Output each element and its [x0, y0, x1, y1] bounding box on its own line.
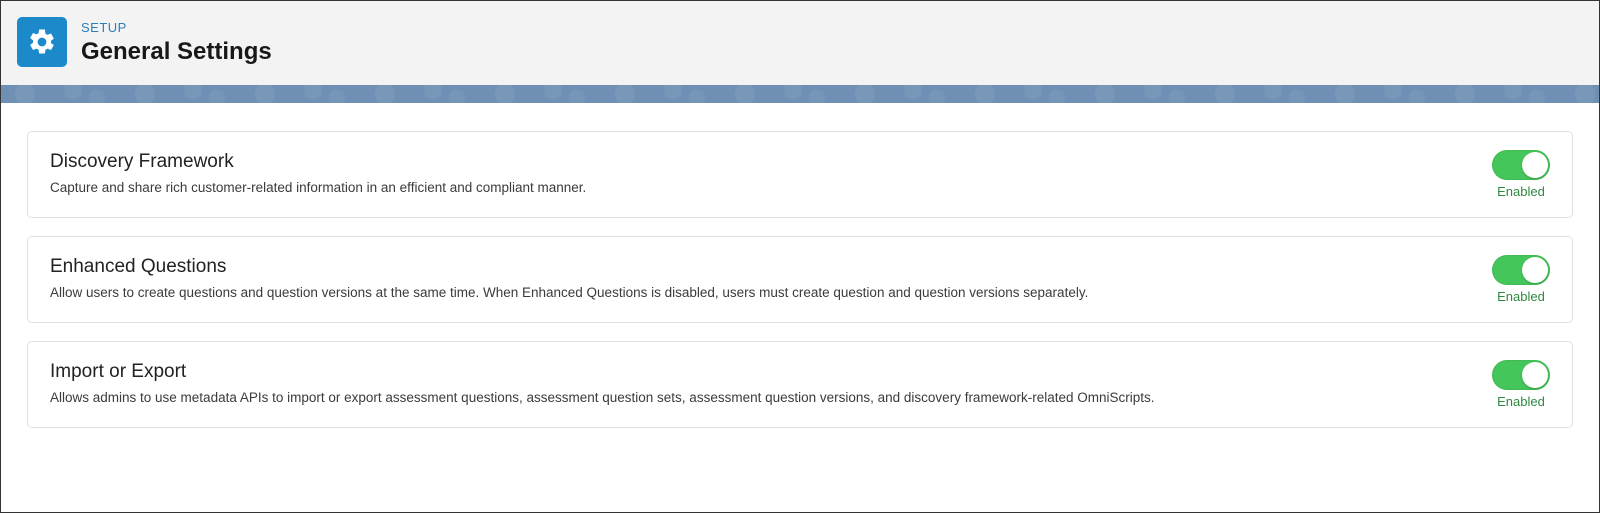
toggle-block: Enabled — [1492, 255, 1550, 304]
setting-card-import-export: Import or Export Allows admins to use me… — [27, 341, 1573, 428]
toggle-knob — [1522, 362, 1548, 388]
setting-description: Capture and share rich customer-related … — [50, 179, 1452, 197]
toggle-knob — [1522, 257, 1548, 283]
toggle-knob — [1522, 152, 1548, 178]
setting-title: Discovery Framework — [50, 151, 1452, 173]
setting-card-enhanced-questions: Enhanced Questions Allow users to create… — [27, 236, 1573, 323]
setting-info: Discovery Framework Capture and share ri… — [50, 151, 1492, 197]
gear-icon — [17, 17, 67, 67]
setting-title: Import or Export — [50, 361, 1452, 383]
breadcrumb: SETUP — [81, 20, 272, 35]
page-title: General Settings — [81, 39, 272, 64]
toggle-switch[interactable] — [1492, 360, 1550, 390]
toggle-block: Enabled — [1492, 360, 1550, 409]
page-header: SETUP General Settings — [1, 1, 1599, 85]
setting-description: Allow users to create questions and ques… — [50, 284, 1452, 302]
setting-description: Allows admins to use metadata APIs to im… — [50, 389, 1452, 407]
setting-info: Import or Export Allows admins to use me… — [50, 361, 1492, 407]
setting-card-discovery-framework: Discovery Framework Capture and share ri… — [27, 131, 1573, 218]
content-area: Discovery Framework Capture and share ri… — [1, 103, 1599, 428]
decorative-divider — [1, 85, 1599, 103]
setting-title: Enhanced Questions — [50, 256, 1452, 278]
toggle-switch[interactable] — [1492, 150, 1550, 180]
toggle-state-label: Enabled — [1497, 184, 1545, 199]
toggle-block: Enabled — [1492, 150, 1550, 199]
toggle-state-label: Enabled — [1497, 394, 1545, 409]
setting-info: Enhanced Questions Allow users to create… — [50, 256, 1492, 302]
header-text: SETUP General Settings — [81, 20, 272, 64]
gear-icon-svg — [27, 27, 57, 57]
toggle-switch[interactable] — [1492, 255, 1550, 285]
toggle-state-label: Enabled — [1497, 289, 1545, 304]
